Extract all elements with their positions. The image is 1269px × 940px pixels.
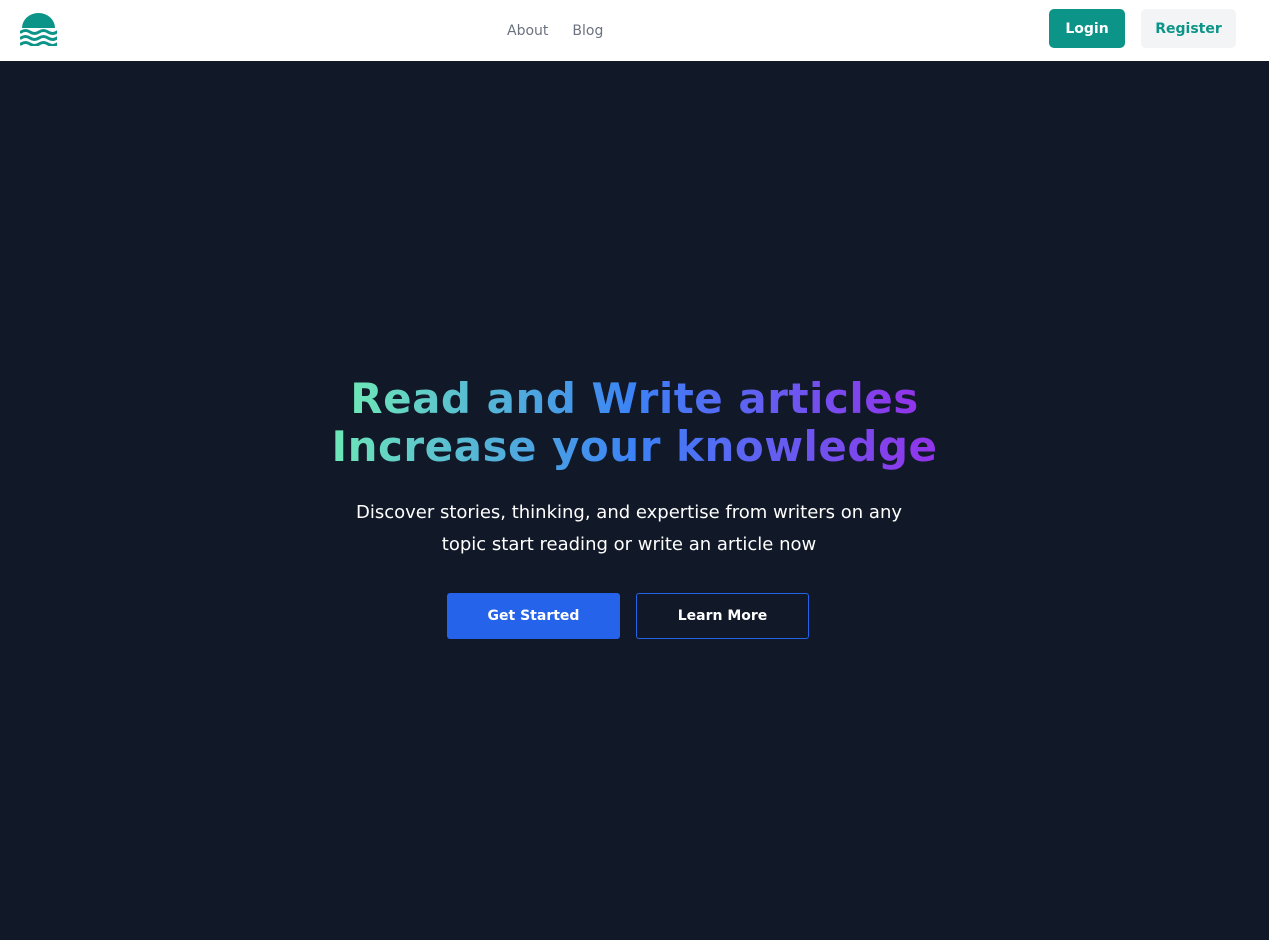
hero-section: Read and Write articles Increase your kn… bbox=[0, 61, 1269, 940]
top-navbar: About Blog Login Register bbox=[0, 0, 1269, 61]
get-started-button[interactable]: Get Started bbox=[447, 593, 620, 639]
hero-subtitle: Discover stories, thinking, and expertis… bbox=[355, 502, 903, 555]
waves-icon[interactable] bbox=[19, 13, 59, 47]
headline-line-2: Increase your knowledge bbox=[331, 422, 938, 471]
hero-headline: Read and Write articles Increase your kn… bbox=[0, 375, 1269, 471]
nav-link-blog[interactable]: Blog bbox=[572, 23, 603, 39]
headline-line-1: Read and Write articles bbox=[350, 374, 919, 423]
main-nav: About Blog bbox=[507, 0, 603, 61]
nav-link-about[interactable]: About bbox=[507, 23, 548, 39]
login-button[interactable]: Login bbox=[1049, 9, 1125, 48]
learn-more-button[interactable]: Learn More bbox=[636, 593, 809, 639]
register-button[interactable]: Register bbox=[1141, 9, 1236, 48]
